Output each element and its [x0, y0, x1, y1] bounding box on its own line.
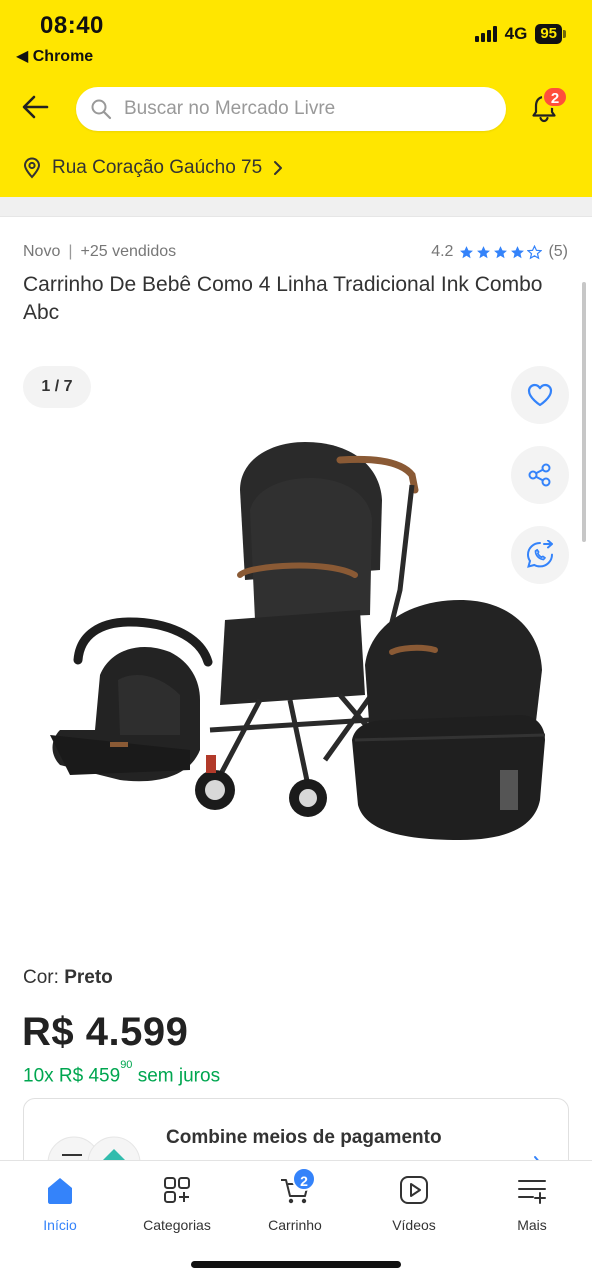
- tab-label: Mais: [517, 1217, 547, 1233]
- network-type: 4G: [504, 24, 528, 43]
- combine-payments-title: Combine meios de pagamento: [166, 1127, 442, 1148]
- color-value: Preto: [64, 967, 113, 988]
- star-filled-icon: [477, 245, 491, 258]
- car-seat-illustration: [50, 617, 213, 782]
- header-divider: [0, 197, 592, 217]
- battery-level: 95: [535, 24, 562, 44]
- rating[interactable]: 4.2 (5): [431, 243, 568, 261]
- search-bar[interactable]: [76, 87, 506, 131]
- scrollbar[interactable]: [582, 282, 586, 542]
- star-filled-icon: [460, 245, 474, 258]
- installments: 10x R$ 45990 sem juros: [23, 1059, 221, 1087]
- cart-count-badge: 2: [292, 1167, 316, 1191]
- tab-label: Categorias: [143, 1217, 211, 1233]
- color-label: Cor:: [23, 967, 59, 988]
- bottom-tab-bar: Início Categorias Carrinho 2 Vídeos Mais: [0, 1160, 592, 1280]
- tab-label: Carrinho: [268, 1217, 322, 1233]
- tab-label: Início: [43, 1217, 77, 1233]
- rating-count: (5): [548, 243, 568, 260]
- installments-amount: 10x R$ 459: [23, 1065, 121, 1087]
- search-input[interactable]: [124, 98, 464, 120]
- search-icon: [91, 99, 112, 120]
- location-pin-icon: [23, 157, 41, 179]
- address-text: Rua Coração Gaúcho 75: [52, 157, 263, 178]
- signal-icon: [474, 26, 497, 42]
- tab-label: Vídeos: [392, 1217, 436, 1233]
- bassinet-illustration: [352, 600, 546, 840]
- status-time: 08:40: [40, 12, 104, 39]
- tab-videos[interactable]: Vídeos: [359, 1173, 469, 1233]
- product-meta: Novo | +25 vendidos: [23, 243, 177, 260]
- condition-label: Novo: [23, 243, 61, 260]
- star-rating: [459, 244, 543, 260]
- categories-icon: [164, 1177, 190, 1203]
- star-filled-icon: [511, 245, 525, 258]
- installments-cents: 90: [120, 1059, 133, 1071]
- product-image[interactable]: [40, 430, 560, 850]
- home-icon: [48, 1178, 72, 1204]
- status-indicators: 4G 95: [474, 24, 566, 44]
- installments-suffix: sem juros: [137, 1065, 221, 1087]
- back-to-chrome-link[interactable]: ◀ Chrome: [16, 46, 93, 66]
- battery-icon: 95: [535, 24, 566, 44]
- color-selector[interactable]: Cor: Preto: [23, 967, 113, 989]
- header: 08:40 ◀ Chrome 4G 95 2 Rua Coração Gaúch…: [0, 0, 592, 197]
- notifications-badge: 2: [542, 86, 568, 108]
- heart-icon: [527, 383, 553, 407]
- product-title: Carrinho De Bebê Como 4 Linha Tradiciona…: [23, 273, 543, 324]
- favorite-button[interactable]: [511, 366, 569, 424]
- star-empty-icon: [527, 244, 543, 259]
- star-filled-icon: [494, 245, 508, 258]
- delivery-address[interactable]: Rua Coração Gaúcho 75: [22, 157, 284, 179]
- tab-categorias[interactable]: Categorias: [122, 1173, 232, 1233]
- sold-count: +25 vendidos: [80, 243, 177, 260]
- tab-inicio[interactable]: Início: [5, 1173, 115, 1233]
- more-icon: [518, 1180, 546, 1204]
- back-arrow-icon[interactable]: [20, 92, 50, 122]
- tab-mais[interactable]: Mais: [477, 1173, 587, 1233]
- home-indicator[interactable]: [191, 1261, 401, 1268]
- image-counter: 1 / 7: [23, 366, 91, 408]
- videos-icon: [400, 1176, 428, 1204]
- chevron-right-icon: [274, 161, 283, 175]
- price: R$ 4.599: [22, 1010, 189, 1054]
- rating-value: 4.2: [431, 243, 454, 260]
